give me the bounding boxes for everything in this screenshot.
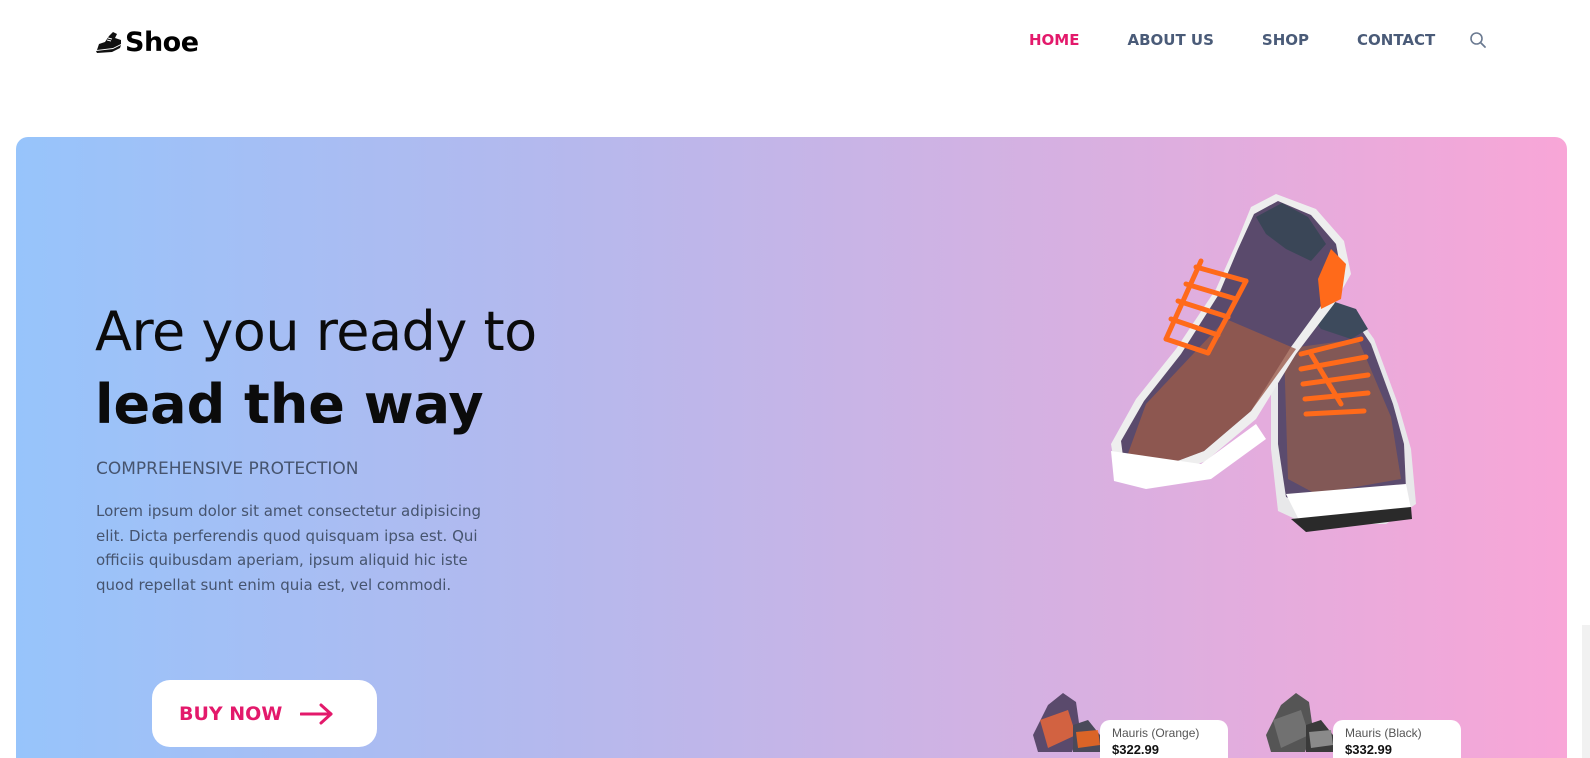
search-icon[interactable] <box>1469 31 1487 49</box>
arrow-right-icon <box>300 703 333 724</box>
product-price: $322.99 <box>1112 742 1159 757</box>
hero-title-line2: lead the way <box>95 373 484 436</box>
logo[interactable]: Shoe <box>95 27 199 58</box>
hero-title-line1: Are you ready to <box>95 300 537 363</box>
hero-subtitle: COMPREHENSIVE PROTECTION <box>96 459 359 479</box>
nav-about-us[interactable]: ABOUT US <box>1127 31 1213 49</box>
hero-banner: Are you ready to lead the way COMPREHENS… <box>16 137 1567 758</box>
product-name: Mauris (Black) <box>1345 726 1422 740</box>
product-info-card: Mauris (Black) $332.99 <box>1333 720 1461 758</box>
product-card-black[interactable]: Mauris (Black) $332.99 <box>1261 690 1491 758</box>
buy-now-button[interactable]: BUY NOW <box>152 680 377 747</box>
scrollbar-track[interactable] <box>1582 0 1590 625</box>
product-thumbnail-black <box>1266 693 1335 752</box>
product-name: Mauris (Orange) <box>1112 726 1200 740</box>
nav-shop[interactable]: SHOP <box>1262 31 1309 49</box>
hero-description: Lorem ipsum dolor sit amet consectetur a… <box>96 502 482 594</box>
sneaker-logo-icon <box>96 31 121 53</box>
hero-shoes-image <box>1111 194 1416 532</box>
nav-home[interactable]: HOME <box>1029 31 1079 49</box>
nav-contact[interactable]: CONTACT <box>1357 31 1435 49</box>
product-info-card: Mauris (Orange) $322.99 <box>1100 720 1228 758</box>
logo-text: Shoe <box>125 27 199 58</box>
page: Shoe HOME ABOUT US SHOP CONTACT Are you … <box>0 0 1590 758</box>
product-price: $332.99 <box>1345 742 1392 757</box>
buy-now-label: BUY NOW <box>179 702 283 725</box>
product-thumbnail-orange <box>1033 693 1102 752</box>
main-nav: HOME ABOUT US SHOP CONTACT <box>1029 31 1483 49</box>
product-card-orange[interactable]: Mauris (Orange) $322.99 <box>1028 690 1258 758</box>
scrollbar-thumb[interactable] <box>1582 625 1590 758</box>
